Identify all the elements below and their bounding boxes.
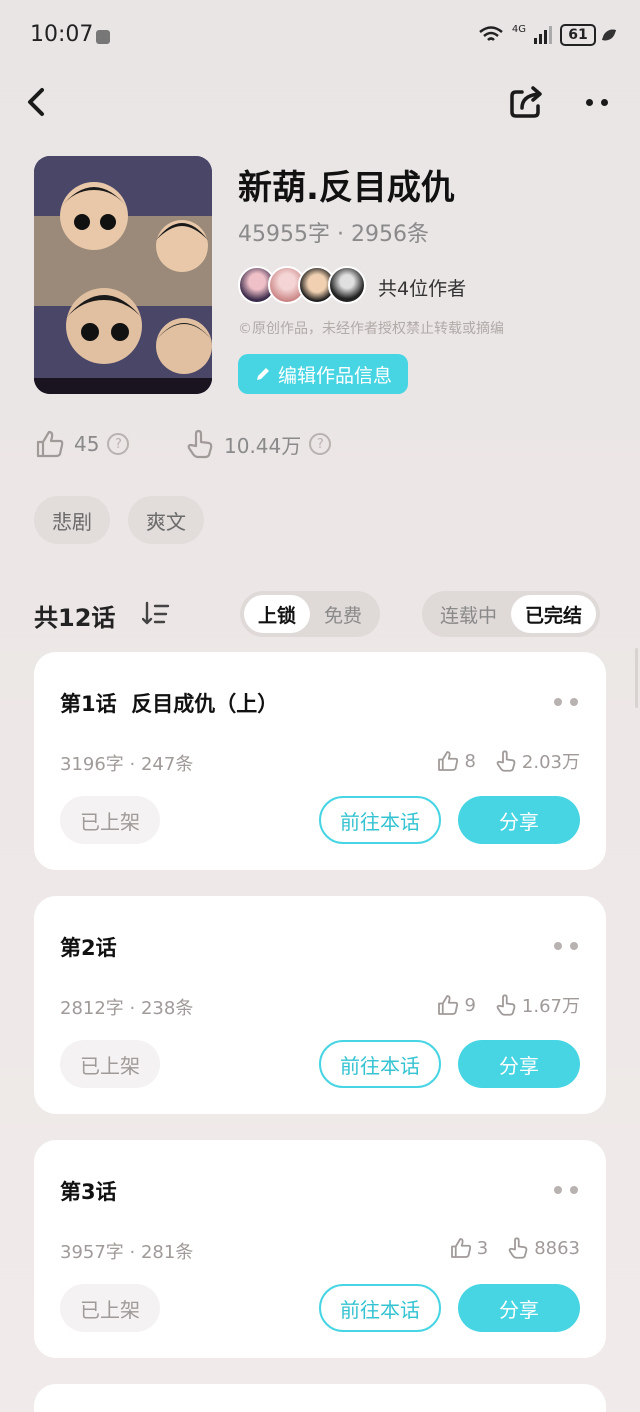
signal-icon <box>534 26 552 44</box>
more-icon[interactable] <box>554 942 578 950</box>
edit-info-label: 编辑作品信息 <box>277 364 392 387</box>
chapter-title: 第3话 <box>60 1180 117 1204</box>
tag-chip[interactable]: 悲剧 <box>34 496 110 544</box>
nav-bar <box>0 80 640 124</box>
chapter-views: 2.03万 <box>494 748 580 774</box>
chapter-title: 第1话 反目成仇（上） <box>60 692 279 716</box>
status-time: 10:07 <box>30 22 94 47</box>
copyright-notice: ©原创作品，未经作者授权禁止转载或摘编 <box>238 321 504 337</box>
views-stat: 10.44万 ? <box>184 428 332 460</box>
leaf-icon <box>601 26 617 44</box>
chapter-meta: 3196字 · 247条 <box>60 754 194 775</box>
notification-icon <box>96 30 110 44</box>
chapter-stats: 9 1.67万 <box>436 992 580 1018</box>
filter-ongoing[interactable]: 连载中 <box>426 595 511 633</box>
chapter-title: 第2话 <box>60 936 117 960</box>
chapter-count: 共12话 <box>34 604 116 632</box>
chapter-card[interactable]: 第2话 2812字 · 238条 9 1.67万 已上架 前往本话 分享 <box>34 896 606 1114</box>
chapter-views: 1.67万 <box>494 992 580 1018</box>
status-filter: 连载中 已完结 <box>422 591 601 637</box>
chapter-likes-count: 3 <box>476 1237 489 1259</box>
filter-free[interactable]: 免费 <box>310 595 376 633</box>
tap-finger-icon <box>508 1237 528 1259</box>
status-badge: 已上架 <box>60 1284 160 1332</box>
authors-count[interactable]: 共4位作者 <box>378 274 466 301</box>
chapter-likes-count: 9 <box>464 994 476 1016</box>
goto-chapter-button[interactable]: 前往本话 <box>319 796 441 844</box>
tag-list: 悲剧 爽文 <box>34 496 204 544</box>
chapter-meta: 3957字 · 281条 <box>60 1242 194 1263</box>
chapter-likes: 8 <box>436 748 476 774</box>
avatar[interactable] <box>328 266 366 304</box>
chapter-card[interactable] <box>34 1384 606 1412</box>
status-icons: 4G 61 <box>478 23 617 46</box>
likes-stat: 45 ? <box>34 428 130 460</box>
help-icon[interactable]: ? <box>309 433 332 455</box>
chapter-stats: 3 8863 <box>449 1236 580 1260</box>
chapter-stats: 8 2.03万 <box>436 748 580 774</box>
chapter-likes: 9 <box>436 992 476 1018</box>
share-chapter-button[interactable]: 分享 <box>458 796 580 844</box>
battery-level: 61 <box>568 27 588 43</box>
thumbs-up-icon <box>450 1238 471 1258</box>
views-count: 10.44万 <box>224 433 302 458</box>
chapter-views-count: 2.03万 <box>521 752 580 773</box>
status-badge: 已上架 <box>60 796 160 844</box>
book-cover[interactable] <box>34 156 212 394</box>
chapter-meta: 2812字 · 238条 <box>60 998 194 1019</box>
chapter-card[interactable]: 第1话 反目成仇（上） 3196字 · 247条 8 2.03万 已上架 前往本… <box>34 652 606 870</box>
more-icon[interactable] <box>554 1186 578 1194</box>
battery-icon: 61 <box>560 24 596 46</box>
chapter-views-count: 8863 <box>534 1237 580 1259</box>
more-icon[interactable] <box>554 698 578 706</box>
thumbs-up-icon <box>36 430 64 458</box>
edit-info-button[interactable]: 编辑作品信息 <box>238 354 408 394</box>
filter-locked[interactable]: 上锁 <box>244 595 311 633</box>
filter-completed[interactable]: 已完结 <box>511 595 597 633</box>
goto-chapter-button[interactable]: 前往本话 <box>319 1040 441 1088</box>
goto-chapter-button[interactable]: 前往本话 <box>319 1284 441 1332</box>
likes-count: 45 <box>74 432 100 456</box>
share-icon[interactable] <box>508 84 546 120</box>
tap-finger-icon <box>187 429 213 459</box>
status-bar: 10:07 4G 61 <box>0 0 640 76</box>
back-icon[interactable] <box>22 84 52 120</box>
lock-filter: 上锁 免费 <box>240 591 381 637</box>
book-title: 新葫.反目成仇 <box>238 168 455 208</box>
sort-icon[interactable] <box>142 601 170 627</box>
tap-finger-icon <box>496 750 516 772</box>
thumbs-up-icon <box>438 751 459 771</box>
chapter-likes: 3 <box>449 1236 488 1260</box>
book-meta: 45955字 · 2956条 <box>238 222 429 247</box>
status-badge: 已上架 <box>60 1040 160 1088</box>
pencil-icon <box>256 368 269 380</box>
help-icon[interactable]: ? <box>107 433 130 455</box>
chapter-views: 8863 <box>506 1236 580 1260</box>
chapter-likes-count: 8 <box>464 750 476 772</box>
chapter-card[interactable]: 第3话 3957字 · 281条 3 8863 已上架 前往本话 分享 <box>34 1140 606 1358</box>
chapter-views-count: 1.67万 <box>521 996 580 1017</box>
cover-art <box>34 156 212 394</box>
thumbs-up-icon <box>438 995 459 1015</box>
more-icon[interactable] <box>586 90 620 114</box>
wifi-icon <box>479 26 503 41</box>
author-avatars[interactable] <box>238 266 366 304</box>
scrollbar[interactable] <box>635 648 638 708</box>
share-chapter-button[interactable]: 分享 <box>458 1284 580 1332</box>
tap-finger-icon <box>496 994 516 1016</box>
network-type: 4G <box>511 23 526 35</box>
tag-chip[interactable]: 爽文 <box>128 496 204 544</box>
share-chapter-button[interactable]: 分享 <box>458 1040 580 1088</box>
